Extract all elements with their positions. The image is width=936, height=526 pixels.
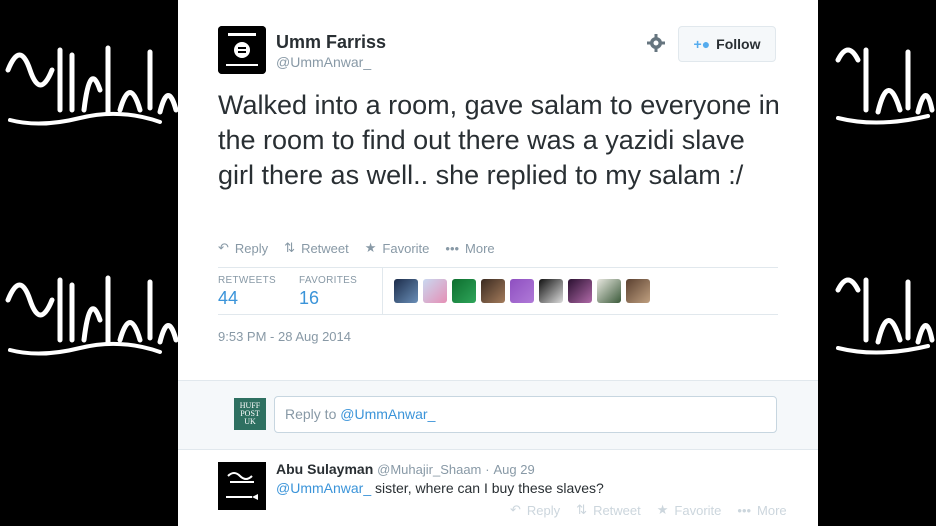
stats-separator <box>382 268 383 314</box>
calligraphy-pattern-left <box>5 45 178 356</box>
favoriter-avatar[interactable] <box>568 279 592 303</box>
logo-line: UK <box>244 417 256 426</box>
reply-action[interactable]: ↶ Reply <box>218 240 268 256</box>
favoriter-avatars <box>394 279 650 303</box>
divider <box>218 314 778 315</box>
reply-author-name: Abu Sulayman <box>276 461 374 477</box>
reply-label: Reply <box>526 502 561 518</box>
divider <box>218 267 778 268</box>
favorites-label: FAVORITES <box>299 275 358 286</box>
retweet-action[interactable]: ⇅ Retweet <box>284 240 349 256</box>
favoriter-avatar[interactable] <box>452 279 476 303</box>
retweet-label: Retweet <box>593 502 641 518</box>
favoriter-avatar[interactable] <box>539 279 563 303</box>
retweet-icon: ⇅ <box>284 240 296 255</box>
reply-author-handle: @Muhajir_Shaam <box>377 462 482 477</box>
more-action[interactable]: ••• More <box>445 241 494 256</box>
reply-author-avatar[interactable] <box>218 462 266 510</box>
favoriter-avatar[interactable] <box>626 279 650 303</box>
tweet-actions: ↶ Reply ⇅ Retweet ★ Favorite ••• More <box>218 240 495 256</box>
add-user-icon: +● <box>693 36 711 52</box>
reply-area: HUFF POST UK Reply to @UmmAnwar_ Abu Sul… <box>178 380 818 526</box>
reply-text-mention[interactable]: @UmmAnwar_ <box>276 480 371 496</box>
more-label: More <box>757 502 787 518</box>
background-banner-right <box>818 0 936 526</box>
retweet-icon: ⇅ <box>576 502 588 517</box>
author-handle[interactable]: @UmmAnwar_ <box>276 54 371 70</box>
follow-label: Follow <box>716 36 761 52</box>
huffpost-uk-logo: HUFF POST UK <box>234 398 266 430</box>
favorites-count[interactable]: 16 <box>299 288 319 309</box>
favorite-label: Favorite <box>674 502 722 518</box>
reply-icon: ↶ <box>218 240 229 255</box>
reply-mention: @UmmAnwar_ <box>340 406 436 422</box>
favoriter-avatar[interactable] <box>510 279 534 303</box>
reply-label: Reply <box>234 240 269 256</box>
gear-icon[interactable] <box>646 33 666 53</box>
more-label: More <box>465 240 495 256</box>
author-name[interactable]: Umm Farriss <box>276 32 386 53</box>
favoriter-avatar[interactable] <box>394 279 418 303</box>
more-action[interactable]: ••• More <box>737 502 786 518</box>
reply-input[interactable]: Reply to @UmmAnwar_ <box>274 396 777 433</box>
retweet-action[interactable]: ⇅ Retweet <box>576 502 641 518</box>
star-icon: ★ <box>364 240 377 255</box>
reply-date[interactable]: Aug 29 <box>494 462 535 477</box>
author-avatar[interactable] <box>218 26 266 74</box>
reply-date-separator: · <box>485 462 490 477</box>
flag-icon <box>218 26 266 74</box>
star-icon: ★ <box>656 502 669 517</box>
follow-button[interactable]: +● Follow <box>678 26 776 62</box>
retweet-label: Retweet <box>301 240 349 256</box>
reply-icon: ↶ <box>510 502 521 517</box>
tweet-text: Walked into a room, gave salam to everyo… <box>218 90 780 190</box>
reply-text-body: sister, where can I buy these slaves? <box>371 480 604 496</box>
favorite-action[interactable]: ★ Favorite <box>657 502 722 518</box>
reply-text: @UmmAnwar_ sister, where can I buy these… <box>276 480 604 496</box>
tweet-timestamp[interactable]: 9:53 PM - 28 Aug 2014 <box>218 329 351 344</box>
reply-actions: ↶ Reply ⇅ Retweet ★ Favorite ••• More <box>510 502 787 518</box>
reply-action[interactable]: ↶ Reply <box>510 502 560 518</box>
tweet-card: Umm Farriss @UmmAnwar_ +● Follow Walked … <box>178 0 818 526</box>
favoriter-avatar[interactable] <box>597 279 621 303</box>
background-banner-left <box>0 0 178 526</box>
favorite-action[interactable]: ★ Favorite <box>365 240 430 256</box>
retweets-count[interactable]: 44 <box>218 288 238 309</box>
retweets-label: RETWEETS <box>218 275 276 286</box>
reply-tweet: Abu Sulayman @Muhajir_Shaam · Aug 29 @Um… <box>178 449 818 526</box>
reply-prefix: Reply to <box>285 406 341 422</box>
more-icon: ••• <box>737 502 752 518</box>
more-icon: ••• <box>445 240 460 256</box>
favoriter-avatar[interactable] <box>481 279 505 303</box>
calligraphy-pattern-right <box>835 47 935 355</box>
reply-author[interactable]: Abu Sulayman @Muhajir_Shaam · Aug 29 <box>276 461 535 477</box>
flag-icon <box>218 462 266 510</box>
favoriter-avatar[interactable] <box>423 279 447 303</box>
favorite-label: Favorite <box>382 240 430 256</box>
